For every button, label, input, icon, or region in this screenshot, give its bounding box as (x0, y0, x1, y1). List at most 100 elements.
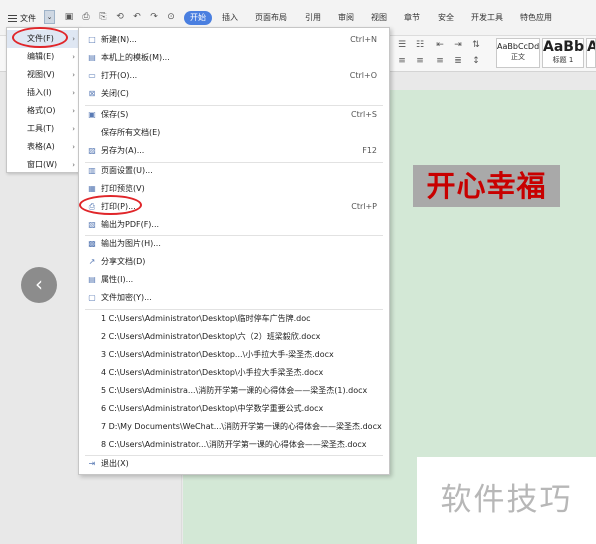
align-center-icon[interactable]: ≡ (414, 56, 426, 66)
tab-section[interactable]: 章节 (404, 11, 420, 25)
file-save-all[interactable]: 保存所有文档(E) (79, 124, 389, 142)
sort-icon[interactable]: ⇅ (470, 40, 482, 50)
file-properties-label: 属性(I)... (101, 275, 134, 284)
menu-item-insert-label: 插入(I) (27, 88, 52, 97)
recent-file-label: 4 C:\Users\Administrator\Desktop\小手拉大手梁圣… (101, 368, 324, 377)
undo-icon[interactable]: ↶ (131, 11, 143, 23)
file-export-image[interactable]: ▩ 输出为图片(H)... (79, 235, 389, 253)
increase-indent-icon[interactable]: ⇥ (452, 40, 464, 50)
recent-file-6[interactable]: 6 C:\Users\Administrator\Desktop\中学数学重要公… (79, 400, 389, 418)
file-templates-label: 本机上的模板(M)... (101, 53, 170, 62)
tab-developer[interactable]: 开发工具 (471, 11, 503, 25)
file-save-as[interactable]: ▨ 另存为(A)... F12 (79, 142, 389, 160)
recent-file-label: 5 C:\Users\Administra...\消防开学第一课的心得体会——梁… (101, 386, 368, 395)
style-heading-2[interactable]: Aa (586, 38, 596, 68)
numbering-icon[interactable]: ☷ (414, 40, 426, 50)
bullets-icon[interactable]: ☰ (396, 40, 408, 50)
recent-file-8[interactable]: 8 C:\Users\Administrator...\消防开学第一课的心得体会… (79, 436, 389, 454)
file-open[interactable]: ▭ 打开(O)... Ctrl+O (79, 67, 389, 85)
style-heading-1-sample: AaBb (543, 39, 584, 55)
file-close-label: 关闭(C) (101, 89, 129, 98)
chevron-right-icon: › (72, 125, 75, 133)
tab-page-layout[interactable]: 页面布局 (255, 11, 287, 25)
close-document-icon: ⊠ (88, 89, 96, 98)
chevron-right-icon: › (72, 71, 75, 79)
style-heading-1-name: 标题 1 (552, 56, 574, 64)
justify-icon[interactable]: ≣ (452, 56, 464, 66)
preview-icon[interactable]: ⟲ (114, 11, 126, 23)
menu-item-insert[interactable]: 插入(I) › (7, 84, 79, 102)
save-icon[interactable]: ▣ (63, 11, 75, 23)
chevron-right-icon: › (72, 107, 75, 115)
redo-icon[interactable]: ↷ (148, 11, 160, 23)
file-save-all-label: 保存所有文档(E) (101, 128, 161, 137)
tab-special[interactable]: 特色应用 (520, 11, 552, 25)
recent-file-3[interactable]: 3 C:\Users\Administrator\Desktop...\小手拉大… (79, 346, 389, 364)
heading-text: 开心幸福 (426, 169, 547, 203)
recent-file-2[interactable]: 2 C:\Users\Administrator\Desktop\六（2）班梁毅… (79, 328, 389, 346)
file-print-shortcut: Ctrl+P (351, 202, 377, 211)
recent-file-4[interactable]: 4 C:\Users\Administrator\Desktop\小手拉大手梁圣… (79, 364, 389, 382)
highlight-circle (79, 195, 142, 215)
recent-file-1[interactable]: 1 C:\Users\Administrator\Desktop\临时停车广告牌… (79, 310, 389, 328)
file-new[interactable]: □ 新建(N)... Ctrl+N (79, 31, 389, 49)
tab-home[interactable]: 开始 (184, 11, 212, 25)
file-page-setup[interactable]: ▥ 页面设置(U)... (79, 162, 389, 180)
style-normal-name: 正文 (511, 53, 525, 61)
recent-file-5[interactable]: 5 C:\Users\Administra...\消防开学第一课的心得体会——梁… (79, 382, 389, 400)
file-properties[interactable]: ▤ 属性(I)... (79, 271, 389, 289)
file-templates[interactable]: ▤ 本机上的模板(M)... (79, 49, 389, 67)
tab-view[interactable]: 视图 (371, 11, 387, 25)
file-share[interactable]: ↗ 分享文档(D) (79, 253, 389, 271)
lock-icon: ▢ (88, 293, 96, 302)
template-icon: ▤ (88, 53, 96, 62)
main-menu: 文件(F) › 编辑(E) › 视图(V) › 插入(I) › 格式(O) › … (6, 27, 80, 173)
file-save-label: 保存(S) (101, 110, 129, 119)
page-setup-icon: ▥ (88, 166, 96, 175)
decrease-indent-icon[interactable]: ⇤ (434, 40, 446, 50)
tab-security[interactable]: 安全 (438, 11, 454, 25)
new-document-icon: □ (88, 35, 96, 44)
save-as-icon: ▨ (88, 146, 96, 155)
menu-item-edit[interactable]: 编辑(E) › (7, 48, 79, 66)
align-right-icon[interactable]: ≡ (434, 56, 446, 66)
file-submenu: □ 新建(N)... Ctrl+N ▤ 本机上的模板(M)... ▭ 打开(O)… (78, 27, 390, 475)
print-icon[interactable]: ⎙ (80, 11, 92, 23)
style-heading-1[interactable]: AaBb 标题 1 (542, 38, 584, 68)
style-normal[interactable]: AaBbCcDd 正文 (496, 38, 540, 68)
file-export-pdf[interactable]: ▧ 输出为PDF(F)... (79, 216, 389, 234)
recent-file-label: 3 C:\Users\Administrator\Desktop...\小手拉大… (101, 350, 334, 359)
style-normal-sample: AaBbCcDd (497, 42, 540, 51)
file-save-shortcut: Ctrl+S (350, 110, 377, 119)
export-icon[interactable]: ⎘ (97, 11, 109, 23)
tab-review[interactable]: 审阅 (338, 11, 354, 25)
file-save[interactable]: ▣ 保存(S) Ctrl+S (79, 106, 389, 124)
menu-item-window[interactable]: 窗口(W) › (7, 156, 79, 174)
menu-item-tools[interactable]: 工具(T) › (7, 120, 79, 138)
file-save-as-label: 另存为(A)... (101, 146, 145, 155)
previous-page-button[interactable]: ‹ (21, 267, 57, 303)
menu-item-table-label: 表格(A) (27, 142, 55, 151)
align-left-icon[interactable]: ≡ (396, 56, 408, 66)
save-icon: ▣ (88, 110, 96, 119)
recent-file-7[interactable]: 7 D:\My Documents\WeChat...\消防开学第一课的心得体会… (79, 418, 389, 436)
line-spacing-icon[interactable]: ↕ (470, 56, 482, 66)
chevron-right-icon: › (72, 35, 75, 43)
menu-item-view[interactable]: 视图(V) › (7, 66, 79, 84)
menu-button[interactable]: 文件 (8, 10, 36, 26)
file-exit[interactable]: ⇥ 退出(X) (79, 455, 389, 473)
menu-item-edit-label: 编辑(E) (27, 52, 55, 61)
file-new-label: 新建(N)... (101, 35, 137, 44)
menu-item-table[interactable]: 表格(A) › (7, 138, 79, 156)
file-close[interactable]: ⊠ 关闭(C) (79, 85, 389, 103)
tab-references[interactable]: 引用 (305, 11, 321, 25)
customize-icon[interactable]: ⊙ (165, 11, 177, 23)
recent-file-label: 6 C:\Users\Administrator\Desktop\中学数学重要公… (101, 404, 324, 413)
menu-dropdown-arrow[interactable]: ⌄ (44, 10, 55, 24)
tab-insert[interactable]: 插入 (222, 11, 238, 25)
file-encrypt[interactable]: ▢ 文件加密(Y)... (79, 289, 389, 307)
menu-item-format[interactable]: 格式(O) › (7, 102, 79, 120)
highlight-circle (12, 27, 68, 48)
properties-icon: ▤ (88, 275, 96, 284)
watermark-text: 软件技巧 (440, 482, 573, 518)
